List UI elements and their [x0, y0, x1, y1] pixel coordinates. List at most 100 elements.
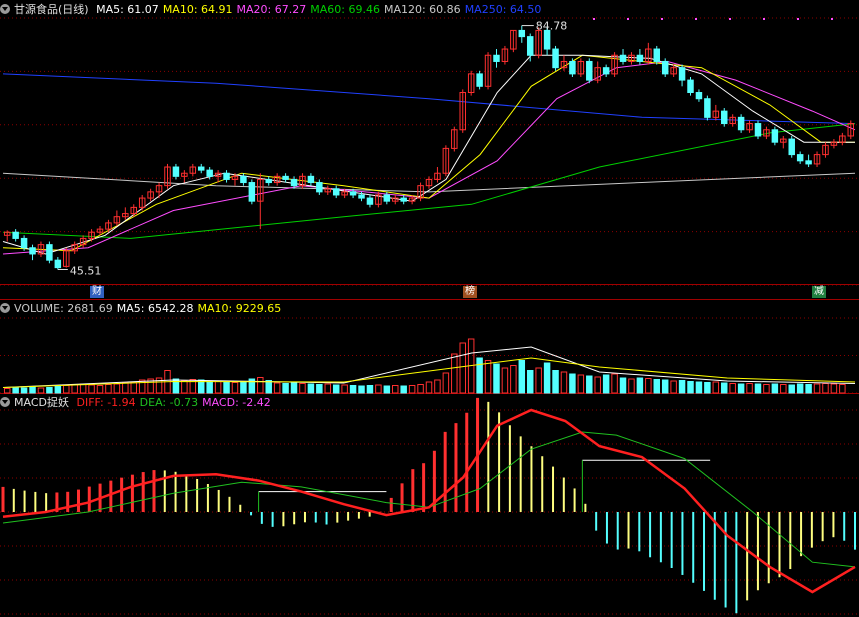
ma-line-ma5: [2, 54, 855, 255]
volume-bar: [543, 362, 551, 394]
volume-bar: [746, 383, 753, 394]
candle-body: [46, 244, 53, 261]
candle-body: [29, 247, 36, 255]
volume-bar: [417, 384, 424, 394]
volume-bar: [307, 383, 315, 394]
volume-bar: [3, 388, 11, 394]
volume-bar: [130, 381, 137, 394]
macd-header-item: MACD: -2.42: [202, 396, 271, 409]
volume-bar: [813, 383, 821, 394]
candle-body: [754, 123, 762, 137]
candle-body: [543, 29, 551, 50]
volume-bar: [223, 381, 230, 394]
candle-body: [493, 54, 500, 62]
volume-bar: [822, 383, 829, 394]
candle-body: [569, 60, 576, 75]
signal-dot: [763, 18, 765, 20]
event-tag-cai[interactable]: 财: [90, 286, 104, 298]
volume-bar: [332, 384, 340, 394]
candle-body: [653, 48, 661, 62]
macd-header-item: DEA: -0.73: [139, 396, 199, 409]
price-header: 甘源食品(日线) MA5: 61.07 MA10: 64.91 MA20: 67.2…: [0, 2, 549, 18]
candle-body: [687, 79, 694, 94]
volume-bar: [375, 384, 382, 394]
volume-bar: [704, 382, 711, 394]
volume-bar: [526, 370, 534, 394]
candle-body: [552, 48, 559, 69]
min-price-label: 45.51: [70, 264, 102, 277]
volume-bar: [670, 380, 677, 394]
price-header-item: MA60: 69.46: [310, 3, 380, 16]
signal-dot: [593, 18, 595, 20]
candle-body: [248, 182, 256, 202]
candle-body: [586, 60, 593, 81]
ma-line-ma10: [2, 54, 855, 252]
candle-body: [796, 154, 804, 162]
volume-bar: [678, 380, 686, 394]
macd-dea-line: [2, 431, 856, 568]
candle-body: [20, 237, 28, 249]
volume-bar: [695, 381, 703, 394]
candle-body: [661, 60, 669, 75]
volume-bar: [796, 383, 804, 394]
volume-header: VOLUME: 2681.69 MA5: 6542.28 MA10: 9229.65: [0, 301, 289, 317]
volume-bar: [636, 377, 644, 394]
price-header-item: MA5: 61.07: [96, 3, 159, 16]
volume-bar: [569, 373, 576, 394]
candle-body: [197, 166, 205, 171]
price-panel-menu-icon[interactable]: [0, 4, 10, 14]
volume-bar: [265, 380, 272, 394]
volume-bar: [619, 377, 627, 394]
signal-dot: [797, 18, 799, 20]
volume-bar: [206, 381, 213, 394]
volume-header-item: MA5: 6542.28: [116, 302, 194, 315]
candle-body: [290, 178, 298, 187]
volume-header-item: VOLUME: 2681.69: [14, 302, 113, 315]
candle-body: [678, 67, 686, 81]
volume-bar: [181, 380, 188, 394]
volume-bar: [661, 379, 669, 394]
candle-body: [316, 182, 323, 193]
candle-body: [358, 194, 365, 199]
volume-bar: [518, 360, 526, 394]
volume-bar: [392, 385, 399, 394]
candle-body: [366, 197, 374, 205]
macd-header: MACD捉妖 DIFF: -1.94 DEA: -0.73 MACD: -2.42: [0, 395, 279, 411]
price-header-item: MA10: 64.91: [162, 3, 233, 16]
candle-body: [332, 188, 340, 196]
candle-body: [349, 191, 357, 196]
event-tag-bang[interactable]: 榜: [463, 286, 477, 298]
candle-body: [400, 197, 407, 202]
volume-panel-menu-icon[interactable]: [0, 303, 10, 313]
volume-bar: [282, 383, 289, 394]
volume-bar: [721, 382, 728, 394]
price-header-item: MA20: 67.27: [236, 3, 307, 16]
ma-line-ma20: [2, 60, 856, 255]
candle-body: [695, 92, 703, 100]
volume-bar: [46, 387, 53, 394]
candle-body: [383, 194, 391, 202]
volume-bar: [493, 363, 500, 394]
candle-body: [771, 129, 779, 143]
signal-dot: [729, 18, 731, 20]
candle-body: [526, 36, 534, 56]
volume-bar: [611, 373, 618, 394]
volume-bar: [88, 384, 95, 394]
macd-panel-menu-icon[interactable]: [0, 397, 10, 407]
volume-bar: [366, 385, 374, 394]
volume-bar: [341, 384, 348, 394]
signal-dot: [831, 18, 833, 20]
macd-title: MACD捉妖: [14, 396, 69, 409]
price-header-item: MA120: 60.86: [383, 3, 461, 16]
volume-bar: [737, 383, 745, 394]
volume-bar: [349, 385, 357, 394]
volume-bar: [257, 377, 264, 394]
event-tag-jian[interactable]: 减: [812, 286, 826, 298]
volume-bar: [771, 383, 779, 394]
volume-bar: [501, 367, 509, 394]
volume-bar: [763, 384, 770, 394]
macd-diff-line: [2, 408, 856, 594]
volume-bar: [586, 375, 593, 394]
candle-body: [788, 138, 795, 156]
volume-bar: [729, 383, 736, 394]
